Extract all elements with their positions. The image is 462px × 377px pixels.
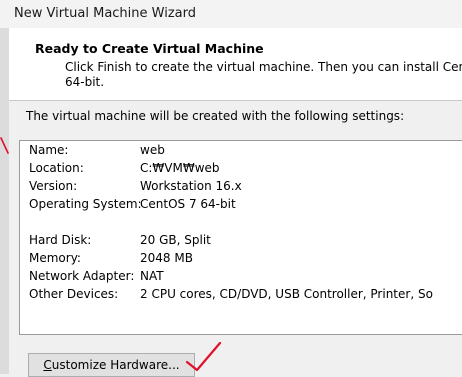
- settings-value: 2048 MB: [140, 251, 193, 265]
- settings-value: 2 CPU cores, CD/DVD, USB Controller, Pri…: [140, 287, 433, 301]
- settings-label: Name:: [29, 143, 69, 157]
- intro-text: The virtual machine will be created with…: [26, 109, 405, 123]
- settings-label: Other Devices:: [29, 287, 119, 301]
- customize-hardware-button[interactable]: Customize Hardware...: [28, 353, 195, 377]
- settings-label: Location:: [29, 161, 84, 175]
- customize-mnemonic: C: [43, 358, 52, 372]
- header-title: Ready to Create Virtual Machine: [35, 41, 264, 56]
- settings-value: web: [140, 143, 165, 157]
- customize-label: ustomize Hardware...: [51, 358, 180, 372]
- settings-value: NAT: [140, 269, 164, 283]
- wizard-body: The virtual machine will be created with…: [9, 101, 462, 377]
- wizard-header: Ready to Create Virtual Machine Click Fi…: [9, 28, 462, 101]
- settings-value: C:₩VM₩web: [140, 161, 220, 175]
- settings-label: Hard Disk:: [29, 233, 92, 247]
- settings-value: 20 GB, Split: [140, 233, 211, 247]
- background-window-edge: [0, 28, 9, 374]
- title-bar: New Virtual Machine Wizard: [0, 0, 462, 29]
- settings-value: CentOS 7 64-bit: [140, 197, 236, 211]
- settings-value: Workstation 16.x: [140, 179, 242, 193]
- header-description: Click Finish to create the virtual machi…: [65, 60, 462, 89]
- settings-label: Operating System:: [29, 197, 142, 211]
- settings-label: Version:: [29, 179, 78, 193]
- settings-label: Memory:: [29, 251, 81, 265]
- settings-label: Network Adapter:: [29, 269, 135, 283]
- settings-summary-box[interactable]: Name: web Location: C:₩VM₩web Version: W…: [19, 140, 462, 335]
- window-title: New Virtual Machine Wizard: [14, 6, 196, 21]
